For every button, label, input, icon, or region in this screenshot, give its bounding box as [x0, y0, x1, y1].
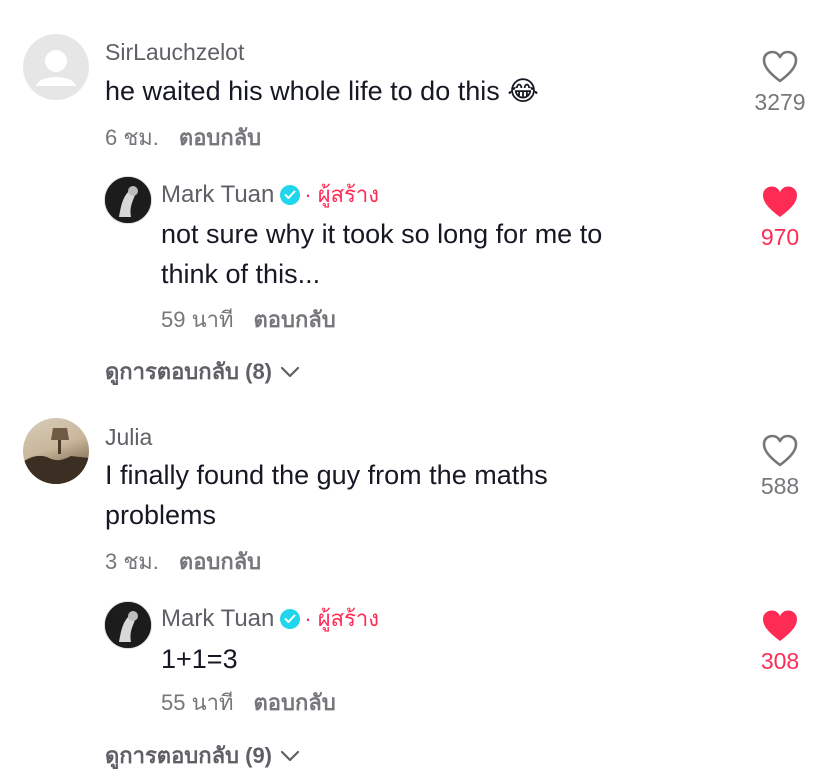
comment-username[interactable]: Julia	[105, 423, 152, 451]
comments-list: SirLauchzelot he waited his whole life t…	[0, 0, 828, 772]
like-button[interactable]: 970	[735, 185, 825, 251]
default-user-icon	[36, 50, 76, 86]
view-replies-label: ดูการตอบกลับ (9)	[105, 743, 273, 768]
reply-button[interactable]: ตอบกลับ	[179, 548, 261, 576]
reply-text-line: 1+1=3	[161, 644, 238, 674]
creator-avatar[interactable]	[104, 601, 152, 649]
heart-filled-icon	[763, 610, 797, 641]
comment-time: 3 ชม.	[105, 549, 159, 574]
like-count: 970	[760, 224, 800, 250]
reply-header: Mark Tuan · ผู้สร้าง	[161, 604, 379, 634]
reply-button[interactable]: ตอบกลับ	[253, 306, 335, 334]
chevron-down-icon	[280, 366, 300, 378]
like-count: 308	[760, 648, 800, 674]
comment-meta: 3 ชม. ตอบกลับ	[105, 548, 261, 576]
reply-header: Mark Tuan · ผู้สร้าง	[161, 180, 379, 210]
reply-meta: 59 นาที ตอบกลับ	[161, 306, 336, 334]
reply-time: 59 นาที	[161, 307, 234, 332]
like-button[interactable]: 3279	[735, 50, 825, 116]
separator-dot: ·	[304, 182, 312, 207]
like-count: 588	[760, 473, 800, 499]
avatar[interactable]	[23, 34, 89, 100]
heart-outline-icon	[762, 50, 798, 83]
user-photo-icon	[23, 428, 89, 484]
like-button[interactable]: 308	[735, 609, 825, 675]
like-count: 3279	[754, 89, 806, 115]
creator-photo-icon	[105, 602, 151, 648]
creator-photo-icon	[105, 177, 151, 223]
comment-text-line: I finally found the guy from the maths	[105, 460, 548, 490]
view-replies-button[interactable]: ดูการตอบกลับ (8)	[105, 358, 300, 386]
reply-button[interactable]: ตอบกลับ	[253, 689, 335, 717]
like-button[interactable]: 588	[735, 434, 825, 500]
comment-text-line: problems	[105, 500, 217, 530]
heart-outline-icon	[762, 434, 798, 467]
comment-username[interactable]: SirLauchzelot	[105, 38, 244, 66]
heart-filled-icon	[763, 186, 797, 217]
reply-username[interactable]: Mark Tuan	[161, 604, 274, 634]
reply-text-line: not sure why it took so long for me to	[161, 219, 603, 249]
verified-icon	[280, 609, 301, 629]
reply-time: 55 นาที	[161, 690, 234, 715]
creator-avatar[interactable]	[104, 176, 152, 224]
view-replies-label: ดูการตอบกลับ (8)	[105, 359, 273, 384]
view-replies-button[interactable]: ดูการตอบกลับ (9)	[105, 742, 300, 770]
separator-dot: ·	[304, 606, 312, 631]
creator-tag: ผู้สร้าง	[317, 182, 379, 207]
reply-meta: 55 นาที ตอบกลับ	[161, 689, 336, 717]
reply-text-line: think of this...	[161, 259, 321, 289]
chevron-down-icon	[280, 750, 300, 762]
comment-meta: 6 ชม. ตอบกลับ	[105, 124, 261, 152]
reply-button[interactable]: ตอบกลับ	[179, 124, 261, 152]
avatar[interactable]	[23, 418, 89, 484]
comment-text: he waited his whole life to do this 😂	[105, 76, 539, 106]
creator-tag: ผู้สร้าง	[317, 606, 379, 631]
comment-time: 6 ชม.	[105, 125, 159, 150]
reply-username[interactable]: Mark Tuan	[161, 180, 274, 210]
verified-icon	[280, 185, 301, 205]
